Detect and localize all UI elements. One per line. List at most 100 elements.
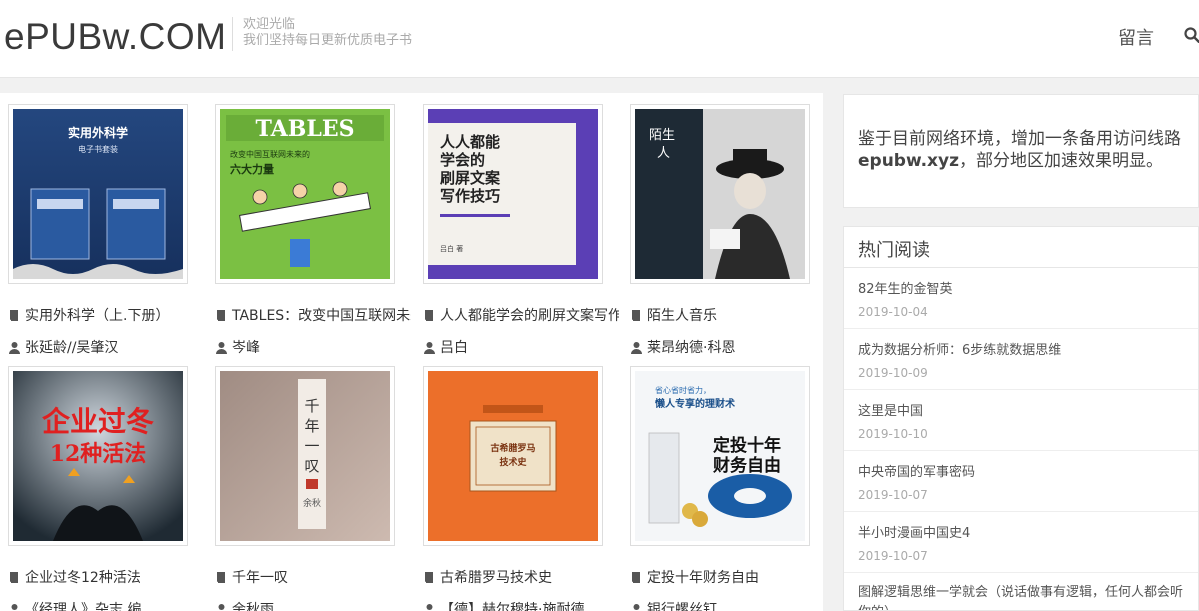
book-cover-image: 千 年 一 叹 余秋 xyxy=(220,371,390,541)
book-cover-image: 古希腊罗马 技术史 xyxy=(428,371,598,541)
book-cover[interactable]: 企业过冬 12种活法 xyxy=(8,366,188,546)
notice-text-after: ，部分地区加速效果明显。 xyxy=(959,151,1163,171)
book-cover[interactable]: 千 年 一 叹 余秋 xyxy=(215,366,395,546)
book-author[interactable]: 余秋雨 xyxy=(215,599,411,611)
book-icon xyxy=(425,310,433,321)
user-icon xyxy=(633,604,640,610)
svg-text:余秋: 余秋 xyxy=(303,497,321,509)
svg-text:叹: 叹 xyxy=(304,457,319,475)
book-author-text: 《经理人》杂志 编 xyxy=(25,602,142,611)
hot-item[interactable]: 这里是中国 2019-10-10 xyxy=(844,390,1198,451)
hot-item-title[interactable]: 中央帝国的军事密码 xyxy=(858,461,1184,480)
svg-text:实用外科学: 实用外科学 xyxy=(68,125,128,140)
book-grid: 实用外科学 电子书套装 实用外科学（上.下册） 张延龄//吴肇汉 TABLES … xyxy=(0,93,823,611)
book-author[interactable]: 吕白 xyxy=(423,337,619,357)
user-icon xyxy=(218,604,225,610)
hot-reading-panel: 热门阅读 82年生的金智英 2019-10-04 成为数据分析师：6步练就数据思… xyxy=(843,226,1199,611)
book-author-text: 银行螺丝钉 xyxy=(647,602,717,611)
book-title-text: TABLES：改变中国互联网未来的六大力量 xyxy=(232,308,411,324)
svg-text:学会的: 学会的 xyxy=(440,151,485,169)
book-cover[interactable]: 省心省时省力， 懒人专享的理财术 定投十年 财务自由 xyxy=(630,366,810,546)
site-logo[interactable]: ePUBw.COM xyxy=(4,16,226,58)
book-cover[interactable]: 古希腊罗马 技术史 xyxy=(423,366,603,546)
hot-item[interactable]: 成为数据分析师：6步练就数据思维 2019-10-09 xyxy=(844,329,1198,390)
book-title[interactable]: 企业过冬12种活法 xyxy=(8,567,204,587)
book-title-text: 人人都能学会的刷屏文案写作技巧 xyxy=(440,308,619,324)
book-cover[interactable]: 陌生 人 xyxy=(630,104,810,284)
hot-item[interactable]: 图解逻辑思维一学就会（说话做事有逻辑，任何人都会听你的） xyxy=(844,573,1198,610)
book-title[interactable]: 陌生人音乐 xyxy=(630,305,826,325)
svg-text:写作技巧: 写作技巧 xyxy=(440,187,500,205)
book-icon xyxy=(10,572,18,583)
svg-text:古希腊罗马: 古希腊罗马 xyxy=(490,442,535,454)
book-cover[interactable]: 人人都能 学会的 刷屏文案 写作技巧 吕白 著 xyxy=(423,104,603,284)
book-title[interactable]: 实用外科学（上.下册） xyxy=(8,305,204,325)
book-icon xyxy=(425,572,433,583)
svg-text:人人都能: 人人都能 xyxy=(440,133,500,151)
svg-text:懒人专享的理财术: 懒人专享的理财术 xyxy=(655,397,735,410)
book-title-text: 实用外科学（上.下册） xyxy=(25,308,170,324)
book-cover-image: 陌生 人 xyxy=(635,109,805,279)
hot-item[interactable]: 82年生的金智英 2019-10-04 xyxy=(844,268,1198,329)
book-author-text: 张延龄//吴肇汉 xyxy=(25,340,119,356)
hot-item-date: 2019-10-07 xyxy=(858,488,928,502)
hot-item-title[interactable]: 这里是中国 xyxy=(858,400,1184,419)
book-title[interactable]: 古希腊罗马技术史 xyxy=(423,567,619,587)
book-title-text: 千年一叹 xyxy=(232,570,288,586)
hot-item[interactable]: 中央帝国的军事密码 2019-10-07 xyxy=(844,451,1198,512)
book-author[interactable]: 银行螺丝钉 xyxy=(630,599,826,611)
book-author[interactable]: 《经理人》杂志 编 xyxy=(8,599,204,611)
hot-item-title[interactable]: 图解逻辑思维一学就会（说话做事有逻辑，任何人都会听你的） xyxy=(858,583,1184,610)
svg-text:省心省时省力，: 省心省时省力， xyxy=(655,385,711,395)
site-tagline: 欢迎光临 我们坚持每日更新优质电子书 xyxy=(232,17,412,51)
user-icon xyxy=(631,342,642,354)
site-header: ePUBw.COM 欢迎光临 我们坚持每日更新优质电子书 留言 xyxy=(0,0,1199,78)
book-title[interactable]: 定投十年财务自由 xyxy=(630,567,826,587)
hot-item[interactable]: 半小时漫画中国史4 2019-10-07 xyxy=(844,512,1198,573)
notice-text-before: 鉴于目前网络环境，增加一条备用访问线路 xyxy=(858,129,1181,149)
book-cover-image: 企业过冬 12种活法 xyxy=(13,371,183,541)
book-author[interactable]: 【德】赫尔穆特·施耐德 xyxy=(423,599,619,611)
hot-reading-title: 热门阅读 xyxy=(844,227,1198,268)
nav-message-link[interactable]: 留言 xyxy=(1118,24,1154,50)
svg-text:定投十年: 定投十年 xyxy=(713,435,781,456)
tagline-line-1: 欢迎光临 xyxy=(243,17,296,32)
svg-text:吕白 著: 吕白 著 xyxy=(440,244,463,253)
user-icon xyxy=(426,604,433,610)
svg-text:TABLES: TABLES xyxy=(256,116,355,142)
user-icon xyxy=(424,342,435,354)
search-icon[interactable] xyxy=(1184,27,1199,43)
book-cover[interactable]: TABLES 改变中国互联网未来的 六大力量 xyxy=(215,104,395,284)
user-icon xyxy=(11,604,18,610)
book-title-text: 定投十年财务自由 xyxy=(647,570,759,586)
hot-item-title[interactable]: 82年生的金智英 xyxy=(858,278,1184,297)
book-author-text: 【德】赫尔穆特·施耐德 xyxy=(440,602,585,611)
svg-text:年: 年 xyxy=(304,417,319,435)
book-cover-image: 人人都能 学会的 刷屏文案 写作技巧 吕白 著 xyxy=(428,109,598,279)
book-cover-image: 实用外科学 电子书套装 xyxy=(13,109,183,279)
book-author[interactable]: 张延龄//吴肇汉 xyxy=(8,337,204,357)
hot-item-title[interactable]: 成为数据分析师：6步练就数据思维 xyxy=(858,339,1184,358)
svg-text:改变中国互联网未来的: 改变中国互联网未来的 xyxy=(230,149,310,159)
hot-item-date: 2019-10-09 xyxy=(858,366,928,380)
book-author-text: 吕白 xyxy=(440,340,468,356)
book-title[interactable]: 千年一叹 xyxy=(215,567,411,587)
svg-text:企业过冬: 企业过冬 xyxy=(42,405,154,438)
book-author[interactable]: 岑峰 xyxy=(215,337,411,357)
book-title[interactable]: 人人都能学会的刷屏文案写作技巧 xyxy=(423,305,619,325)
hot-item-title[interactable]: 半小时漫画中国史4 xyxy=(858,522,1184,541)
book-cover[interactable]: 实用外科学 电子书套装 xyxy=(8,104,188,284)
book-icon xyxy=(217,572,225,583)
svg-text:人: 人 xyxy=(657,146,670,161)
hot-item-date: 2019-10-04 xyxy=(858,305,928,319)
book-title-text: 陌生人音乐 xyxy=(647,308,717,324)
book-title[interactable]: TABLES：改变中国互联网未来的六大力量 xyxy=(215,305,411,325)
book-icon xyxy=(632,572,640,583)
book-icon xyxy=(217,310,225,321)
notice-domain[interactable]: epubw.xyz xyxy=(858,151,959,171)
book-title-text: 古希腊罗马技术史 xyxy=(440,570,552,586)
svg-text:刷屏文案: 刷屏文案 xyxy=(440,169,501,187)
book-title-text: 企业过冬12种活法 xyxy=(25,570,141,586)
notice-box: 鉴于目前网络环境，增加一条备用访问线路 epubw.xyz，部分地区加速效果明显… xyxy=(843,94,1199,208)
book-author[interactable]: 莱昂纳德·科恩 xyxy=(630,337,826,357)
